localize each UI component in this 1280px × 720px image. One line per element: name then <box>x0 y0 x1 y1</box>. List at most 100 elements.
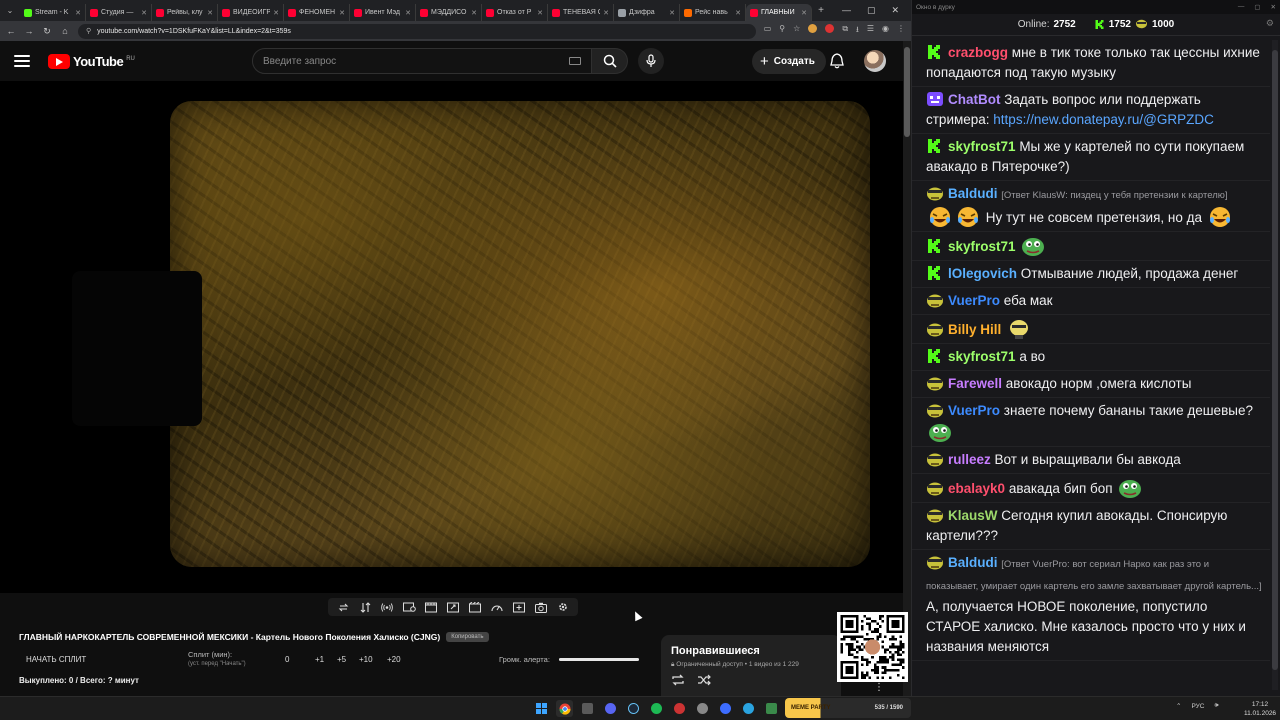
app-icon[interactable] <box>671 700 688 717</box>
chat-username[interactable]: Billy Hill <box>948 322 1001 337</box>
tab-close-icon[interactable]: ✕ <box>207 9 213 17</box>
browser-tab[interactable]: Студия — ✕ <box>86 4 152 21</box>
tab-close-icon[interactable]: ✕ <box>405 9 411 17</box>
screenshot-camera-icon[interactable] <box>534 600 548 614</box>
chat-username[interactable]: ChatBot <box>948 92 1001 107</box>
chat-username[interactable]: Baldudi <box>948 186 998 201</box>
browser-tab[interactable]: ГЛАВНЫЙ ✕ <box>746 4 812 21</box>
chat-settings-icon[interactable]: ⚙ <box>1266 18 1274 29</box>
volume-icon[interactable]: 🕪︎ <box>1214 702 1218 710</box>
reload-icon[interactable]: ↻ <box>42 26 52 37</box>
files-icon[interactable] <box>579 700 596 717</box>
meme-party-widget[interactable]: MEME PARTY 535 / 1590 <box>785 698 911 718</box>
browser-tab[interactable]: Ивент Мэд ✕ <box>350 4 416 21</box>
browser-menu-icon[interactable]: ⋮ <box>897 24 905 38</box>
back-icon[interactable]: ← <box>6 26 16 36</box>
eye-icon[interactable] <box>402 600 416 614</box>
search-input[interactable]: Введите запрос <box>252 48 592 74</box>
cinema-icon[interactable] <box>468 600 482 614</box>
split-plus-1-button[interactable]: +1 <box>315 655 337 664</box>
loop-icon[interactable] <box>336 600 350 614</box>
system-clock[interactable]: 17:12 11.01.2026 <box>1244 700 1276 718</box>
shuffle-icon[interactable] <box>697 674 711 686</box>
sort-icon[interactable] <box>358 600 372 614</box>
screen-add-icon[interactable] <box>512 600 526 614</box>
settings-gear-icon[interactable] <box>556 600 570 614</box>
chat-username[interactable]: Baldudi <box>948 555 998 570</box>
new-tab-button[interactable]: + <box>812 5 830 16</box>
tab-close-icon[interactable]: ✕ <box>339 9 345 17</box>
youtube-logo[interactable]: YouTube RU <box>48 53 135 69</box>
language-indicator[interactable]: РУС <box>1191 703 1204 710</box>
start-split-button[interactable]: НАЧАТЬ СПЛИТ <box>26 655 86 664</box>
media-player-icon[interactable] <box>717 700 734 717</box>
zoom-icon[interactable]: ⚲ <box>779 24 785 38</box>
chat-username[interactable]: skyfrost71 <box>948 239 1016 254</box>
split-plus-10-button[interactable]: +10 <box>359 655 387 664</box>
chat-username[interactable]: skyfrost71 <box>948 349 1016 364</box>
tab-close-icon[interactable]: ✕ <box>141 9 147 17</box>
extension-icon[interactable] <box>825 24 835 33</box>
download-icon[interactable]: ⭳ <box>856 24 859 38</box>
chrome-icon[interactable] <box>556 700 573 717</box>
playlist-loop-icon[interactable] <box>671 674 685 686</box>
site-info-icon[interactable]: ⚲ <box>86 27 91 35</box>
browser-tab[interactable]: Рейвы, клу ✕ <box>152 4 218 21</box>
split-plus-5-button[interactable]: +5 <box>337 655 359 664</box>
address-bar[interactable]: ⚲ youtube.com/watch?v=1DSKfuFKaY&list=LL… <box>78 23 756 39</box>
split-plus-20-button[interactable]: +20 <box>387 655 409 664</box>
copy-title-button[interactable]: Копировать <box>446 632 489 642</box>
chat-username[interactable]: lOlegovich <box>948 266 1017 281</box>
voice-search-button[interactable] <box>638 48 664 74</box>
browser-tab[interactable]: ФЕНОМЕН ✕ <box>284 4 350 21</box>
browser-tab[interactable]: Отказ от Р ✕ <box>482 4 548 21</box>
tab-close-icon[interactable]: ✕ <box>603 9 609 17</box>
browser-tab[interactable]: Stream - K ✕ <box>20 4 86 21</box>
chat-scrollbar[interactable] <box>1272 40 1278 690</box>
film-icon[interactable] <box>424 600 438 614</box>
chat-username[interactable]: VuerPro <box>948 293 1000 308</box>
maximize-icon[interactable]: ▢ <box>867 5 876 16</box>
telegram-icon[interactable] <box>740 700 757 717</box>
tray-chevron-icon[interactable]: ⌃ <box>1176 702 1181 710</box>
steam-icon[interactable] <box>625 700 642 717</box>
chat-username[interactable]: skyfrost71 <box>948 139 1016 154</box>
bookmark-star-icon[interactable]: ☆ <box>793 24 800 38</box>
tab-close-icon[interactable]: ✕ <box>273 9 279 17</box>
tab-close-icon[interactable]: ✕ <box>471 9 477 17</box>
chat-username[interactable]: ebalayk0 <box>948 481 1005 496</box>
page-scrollbar[interactable] <box>903 41 911 696</box>
tab-close-icon[interactable]: ✕ <box>735 9 741 17</box>
keyboard-icon[interactable] <box>569 57 581 65</box>
video-player[interactable] <box>0 81 903 593</box>
profile-icon[interactable]: ◉ <box>882 24 889 38</box>
sidepanel-icon[interactable]: ☰ <box>867 24 874 38</box>
chat-username[interactable]: KlausW <box>948 508 998 523</box>
cast-icon[interactable]: ▭ <box>764 24 772 38</box>
chat-username[interactable]: rulleez <box>948 452 991 467</box>
tab-close-icon[interactable]: ✕ <box>537 9 543 17</box>
create-button[interactable]: + Создать <box>752 49 826 74</box>
chat-username[interactable]: VuerPro <box>948 403 1000 418</box>
browser-tab[interactable]: Дзифра ✕ <box>614 4 680 21</box>
browser-tab[interactable]: МЭДДИСО ✕ <box>416 4 482 21</box>
app-icon[interactable] <box>763 700 780 717</box>
extension-icon[interactable] <box>808 24 818 33</box>
chat-username[interactable]: Farewell <box>948 376 1002 391</box>
extensions-puzzle-icon[interactable]: ⧉ <box>842 24 848 38</box>
app-icon[interactable] <box>694 700 711 717</box>
account-avatar[interactable] <box>864 50 886 72</box>
more-options-icon[interactable]: ⋮ <box>874 682 884 693</box>
home-icon[interactable]: ⌂ <box>60 26 70 36</box>
donation-link[interactable]: https://new.donatepay.ru/@GRPZDC <box>993 112 1214 127</box>
chat-username[interactable]: crazbogg <box>948 45 1008 60</box>
tab-close-icon[interactable]: ✕ <box>801 9 807 17</box>
browser-tab[interactable]: Рейс навь ✕ <box>680 4 746 21</box>
start-windows-icon[interactable] <box>533 700 550 717</box>
maximize-icon[interactable]: ▢ <box>1254 3 1260 11</box>
tab-close-icon[interactable]: ✕ <box>75 9 81 17</box>
browser-tab[interactable]: ВИДЕОИГРЫ✕ <box>218 4 284 21</box>
discord-icon[interactable] <box>602 700 619 717</box>
tab-search-icon[interactable]: ⌄ <box>0 0 20 21</box>
tab-close-icon[interactable]: ✕ <box>669 9 675 17</box>
